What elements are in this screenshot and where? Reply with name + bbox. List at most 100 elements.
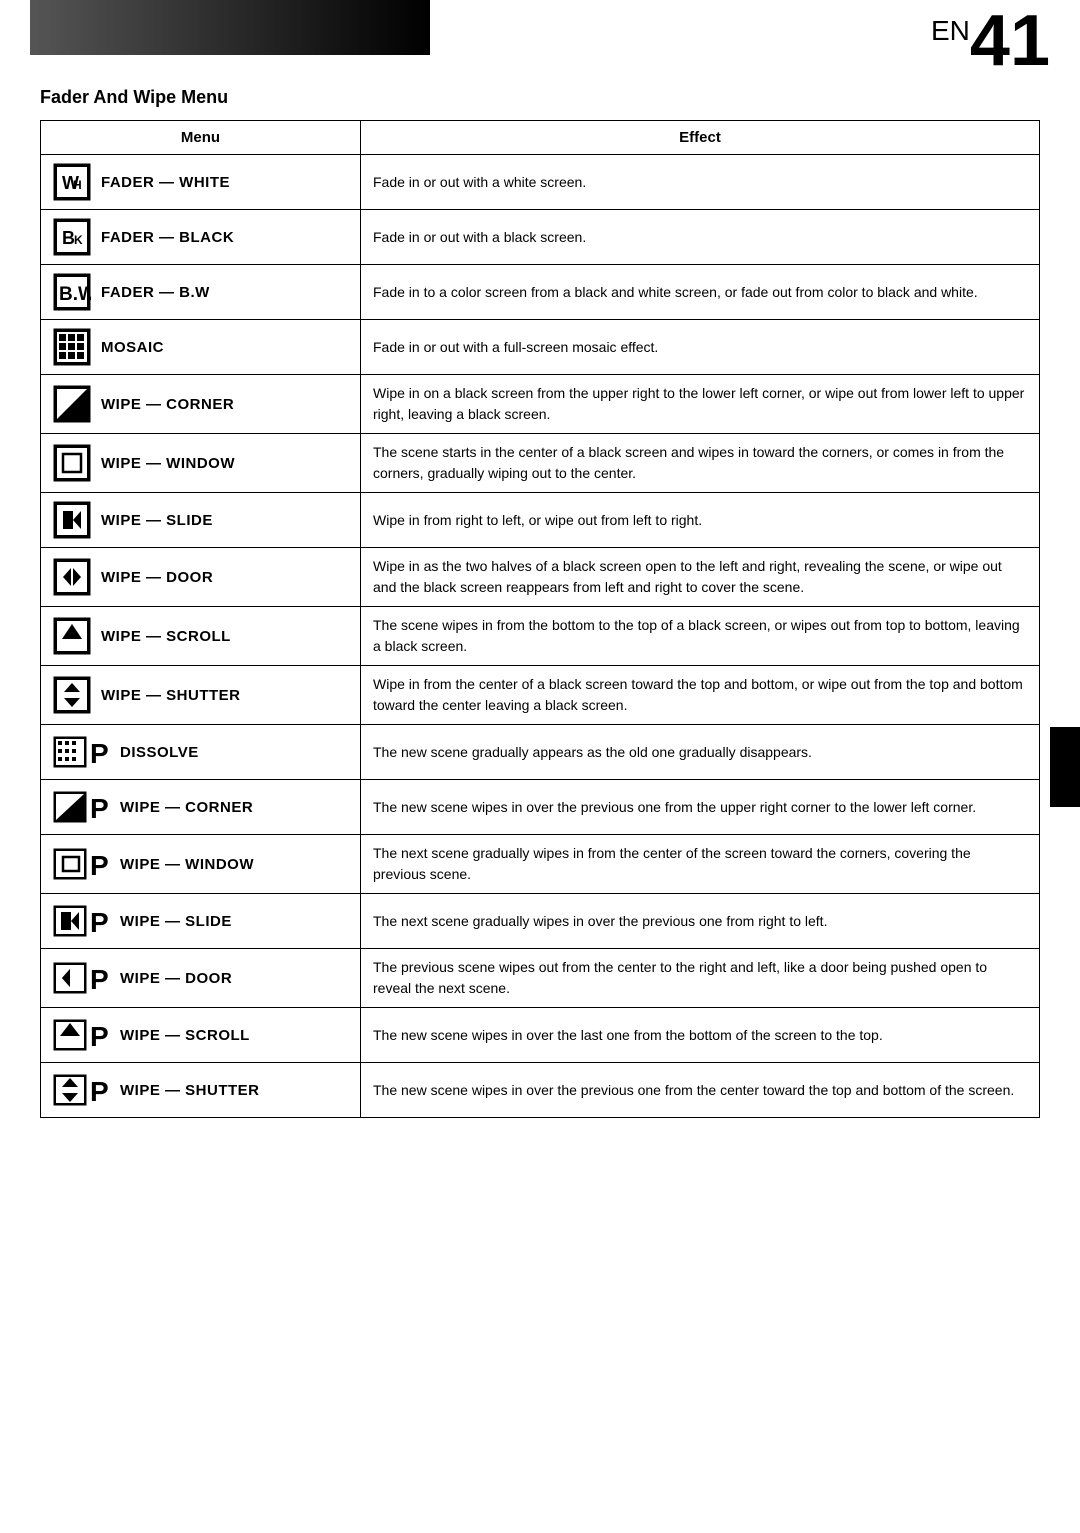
header-bar bbox=[30, 0, 430, 55]
menu-table: Menu Effect W H FADER — WHITE Fade in or … bbox=[40, 120, 1040, 1118]
menu-label-9: WIPE — SHUTTER bbox=[101, 687, 241, 704]
menu-label-13: WIPE — SLIDE bbox=[120, 913, 232, 930]
effect-cell-11: The new scene wipes in over the previous… bbox=[361, 780, 1040, 835]
effect-text-8: The scene wipes in from the bottom to th… bbox=[373, 615, 1027, 657]
svg-text:P: P bbox=[90, 1076, 109, 1107]
effect-text-7: Wipe in as the two halves of a black scr… bbox=[373, 556, 1027, 598]
menu-icon-mosaic bbox=[53, 328, 91, 366]
effect-cell-13: The next scene gradually wipes in over t… bbox=[361, 894, 1040, 949]
svg-text:K: K bbox=[74, 233, 83, 247]
table-row: P WIPE — SLIDE The next scene gradually w… bbox=[41, 894, 1040, 949]
table-row: P WIPE — SCROLL The new scene wipes in ov… bbox=[41, 1008, 1040, 1063]
menu-label-14: WIPE — DOOR bbox=[120, 970, 232, 987]
effect-cell-10: The new scene gradually appears as the o… bbox=[361, 725, 1040, 780]
effect-cell-0: Fade in or out with a white screen. bbox=[361, 155, 1040, 210]
menu-cell-9: WIPE — SHUTTER bbox=[41, 666, 361, 725]
menu-label-2: FADER — B.W bbox=[101, 284, 210, 301]
effect-text-13: The next scene gradually wipes in over t… bbox=[373, 911, 1027, 932]
menu-icon-wipe-corner bbox=[53, 385, 91, 423]
effect-cell-1: Fade in or out with a black screen. bbox=[361, 210, 1040, 265]
menu-label-16: WIPE — SHUTTER bbox=[120, 1082, 260, 1099]
menu-icon-p-wipe-shutter: P bbox=[53, 1071, 110, 1109]
effect-text-11: The new scene wipes in over the previous… bbox=[373, 797, 1027, 818]
table-row: P DISSOLVE The new scene gradually appear… bbox=[41, 725, 1040, 780]
page-number: EN41 bbox=[931, 0, 1050, 77]
effect-cell-7: Wipe in as the two halves of a black scr… bbox=[361, 548, 1040, 607]
menu-cell-16: P WIPE — SHUTTER bbox=[41, 1063, 361, 1118]
menu-label-12: WIPE — WINDOW bbox=[120, 856, 254, 873]
menu-cell-3: MOSAIC bbox=[41, 320, 361, 375]
menu-icon-p-wipe-slide: P bbox=[53, 902, 110, 940]
menu-label-1: FADER — BLACK bbox=[101, 229, 234, 246]
table-row: WIPE — SCROLL The scene wipes in from the… bbox=[41, 607, 1040, 666]
page-prefix: EN bbox=[931, 15, 970, 46]
menu-cell-5: WIPE — WINDOW bbox=[41, 434, 361, 493]
svg-text:B.W: B.W bbox=[59, 284, 91, 305]
menu-icon-wipe-door bbox=[53, 558, 91, 596]
menu-label-5: WIPE — WINDOW bbox=[101, 455, 235, 472]
effect-cell-6: Wipe in from right to left, or wipe out … bbox=[361, 493, 1040, 548]
menu-cell-11: P WIPE — CORNER bbox=[41, 780, 361, 835]
effect-cell-3: Fade in or out with a full-screen mosaic… bbox=[361, 320, 1040, 375]
svg-text:P: P bbox=[90, 793, 109, 824]
effect-cell-15: The new scene wipes in over the last one… bbox=[361, 1008, 1040, 1063]
menu-cell-7: WIPE — DOOR bbox=[41, 548, 361, 607]
effect-text-15: The new scene wipes in over the last one… bbox=[373, 1025, 1027, 1046]
menu-cell-10: P DISSOLVE bbox=[41, 725, 361, 780]
menu-icon-wipe-shutter bbox=[53, 676, 91, 714]
menu-cell-12: P WIPE — WINDOW bbox=[41, 835, 361, 894]
menu-label-3: MOSAIC bbox=[101, 339, 164, 356]
menu-label-6: WIPE — SLIDE bbox=[101, 512, 213, 529]
page-header: EN41 bbox=[0, 0, 1080, 77]
table-row: P WIPE — WINDOW The next scene gradually … bbox=[41, 835, 1040, 894]
table-row: WIPE — WINDOW The scene starts in the cen… bbox=[41, 434, 1040, 493]
effect-cell-16: The new scene wipes in over the previous… bbox=[361, 1063, 1040, 1118]
effect-text-12: The next scene gradually wipes in from t… bbox=[373, 843, 1027, 885]
menu-icon-wipe-slide bbox=[53, 501, 91, 539]
effect-cell-12: The next scene gradually wipes in from t… bbox=[361, 835, 1040, 894]
menu-icon-wipe-scroll bbox=[53, 617, 91, 655]
effect-cell-5: The scene starts in the center of a blac… bbox=[361, 434, 1040, 493]
main-content: Fader And Wipe Menu Menu Effect W H FADE… bbox=[0, 87, 1080, 1158]
menu-cell-8: WIPE — SCROLL bbox=[41, 607, 361, 666]
table-row: WIPE — SHUTTERWipe in from the center of… bbox=[41, 666, 1040, 725]
svg-text:P: P bbox=[90, 738, 109, 769]
effect-text-2: Fade in to a color screen from a black a… bbox=[373, 282, 1027, 303]
menu-label-10: DISSOLVE bbox=[120, 744, 199, 761]
menu-cell-4: WIPE — CORNER bbox=[41, 375, 361, 434]
col-effect-header: Effect bbox=[361, 121, 1040, 155]
right-tab bbox=[1050, 727, 1080, 807]
menu-label-7: WIPE — DOOR bbox=[101, 569, 213, 586]
menu-cell-1: B K FADER — BLACK bbox=[41, 210, 361, 265]
menu-label-15: WIPE — SCROLL bbox=[120, 1027, 250, 1044]
menu-cell-6: WIPE — SLIDE bbox=[41, 493, 361, 548]
table-row: WIPE — SLIDE Wipe in from right to left, … bbox=[41, 493, 1040, 548]
effect-text-3: Fade in or out with a full-screen mosaic… bbox=[373, 337, 1027, 358]
effect-cell-2: Fade in to a color screen from a black a… bbox=[361, 265, 1040, 320]
menu-icon-p-wipe-window: P bbox=[53, 845, 110, 883]
menu-icon-wh: W H bbox=[53, 163, 91, 201]
table-row: MOSAIC Fade in or out with a full-screen … bbox=[41, 320, 1040, 375]
section-title: Fader And Wipe Menu bbox=[40, 87, 1040, 108]
effect-text-1: Fade in or out with a black screen. bbox=[373, 227, 1027, 248]
menu-icon-bw: B.W bbox=[53, 273, 91, 311]
menu-label-0: FADER — WHITE bbox=[101, 174, 230, 191]
effect-text-14: The previous scene wipes out from the ce… bbox=[373, 957, 1027, 999]
table-header-row: Menu Effect bbox=[41, 121, 1040, 155]
effect-text-10: The new scene gradually appears as the o… bbox=[373, 742, 1027, 763]
effect-text-6: Wipe in from right to left, or wipe out … bbox=[373, 510, 1027, 531]
effect-text-5: The scene starts in the center of a blac… bbox=[373, 442, 1027, 484]
menu-icon-p-wipe-door: P bbox=[53, 959, 110, 997]
svg-text:P: P bbox=[90, 850, 109, 881]
menu-icon-p-wipe-scroll: P bbox=[53, 1016, 110, 1054]
effect-cell-8: The scene wipes in from the bottom to th… bbox=[361, 607, 1040, 666]
svg-text:H: H bbox=[73, 178, 82, 192]
effect-cell-14: The previous scene wipes out from the ce… bbox=[361, 949, 1040, 1008]
menu-icon-p-wipe-corner: P bbox=[53, 788, 110, 826]
effect-text-4: Wipe in on a black screen from the upper… bbox=[373, 383, 1027, 425]
menu-cell-2: B.W FADER — B.W bbox=[41, 265, 361, 320]
menu-label-8: WIPE — SCROLL bbox=[101, 628, 231, 645]
menu-cell-14: P WIPE — DOOR bbox=[41, 949, 361, 1008]
menu-icon-p-dissolve: P bbox=[53, 733, 110, 771]
table-row: W H FADER — WHITE Fade in or out with a w… bbox=[41, 155, 1040, 210]
